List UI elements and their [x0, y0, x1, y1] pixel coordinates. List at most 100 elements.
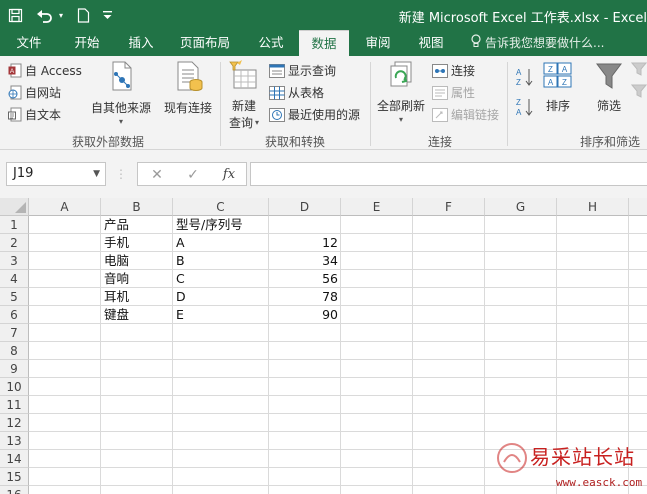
- cell-b3[interactable]: 电脑: [101, 252, 173, 270]
- cell-c3[interactable]: B: [173, 252, 269, 270]
- row-header[interactable]: 14: [0, 450, 29, 468]
- sort-button[interactable]: ZAAZ 排序: [540, 62, 576, 114]
- column-header[interactable]: H: [557, 198, 629, 216]
- undo-dropdown-icon[interactable]: ▾: [56, 4, 66, 26]
- new-query-label-2: 查询: [228, 116, 253, 130]
- watermark-url: www.easck.com: [556, 476, 643, 489]
- connections-button[interactable]: 连接: [432, 62, 475, 79]
- cell-d2[interactable]: 12: [269, 234, 341, 252]
- from-web-button[interactable]: 自网站: [8, 84, 61, 101]
- edit-links-icon: [432, 107, 448, 122]
- formula-buttons: ✕ ✓ fx: [137, 162, 247, 186]
- cell-d6[interactable]: 90: [269, 306, 341, 324]
- existing-connections-label: 现有连接: [163, 101, 212, 115]
- group-separator: [507, 62, 508, 146]
- group-label-external-data: 获取外部数据: [72, 135, 145, 149]
- tab-formulas[interactable]: 公式: [248, 30, 294, 56]
- reapply-filter-button[interactable]: [631, 84, 647, 98]
- cell-b6[interactable]: 键盘: [101, 306, 173, 324]
- row-header[interactable]: 2: [0, 234, 29, 252]
- cell-b5[interactable]: 耳机: [101, 288, 173, 306]
- row-header[interactable]: 9: [0, 360, 29, 378]
- sort-label: 排序: [545, 99, 570, 113]
- cell-c1[interactable]: 型号/序列号: [173, 216, 269, 234]
- name-box-value: J19: [13, 166, 34, 181]
- tell-me-search[interactable]: 告诉我您想要做什么...: [470, 30, 604, 56]
- cell-b2[interactable]: 手机: [101, 234, 173, 252]
- tab-home[interactable]: 开始: [64, 30, 110, 56]
- access-icon: A: [8, 63, 22, 78]
- column-header[interactable]: B: [101, 198, 173, 216]
- ribbon: A 自 Access 自网站 自文本 自其他来源 ▾ 现有连接 获取外部数据 新: [0, 56, 647, 150]
- save-icon[interactable]: [6, 4, 24, 26]
- row-header[interactable]: 4: [0, 270, 29, 288]
- group-separator: [220, 62, 221, 146]
- row-header[interactable]: 5: [0, 288, 29, 306]
- select-all-corner[interactable]: [0, 198, 29, 216]
- row-header[interactable]: 7: [0, 324, 29, 342]
- tab-file[interactable]: 文件: [6, 30, 52, 56]
- column-header[interactable]: D: [269, 198, 341, 216]
- row-header[interactable]: 16: [0, 486, 29, 494]
- row-header[interactable]: 10: [0, 378, 29, 396]
- tab-data[interactable]: 数据: [299, 30, 349, 56]
- from-table-button[interactable]: 从表格: [269, 84, 324, 101]
- column-header[interactable]: C: [173, 198, 269, 216]
- cell-d4[interactable]: 56: [269, 270, 341, 288]
- formula-input[interactable]: [250, 162, 647, 186]
- tab-page-layout[interactable]: 页面布局: [172, 30, 238, 56]
- svg-text:A: A: [516, 68, 522, 77]
- sort-ascending-button[interactable]: AZ: [514, 66, 534, 88]
- name-box[interactable]: J19 ▼: [6, 162, 106, 186]
- from-text-button[interactable]: 自文本: [8, 106, 61, 123]
- tab-insert[interactable]: 插入: [118, 30, 164, 56]
- group-label-connections: 连接: [428, 135, 453, 149]
- new-document-icon[interactable]: [74, 4, 92, 26]
- customize-qat-icon[interactable]: [100, 4, 114, 26]
- cell-c2[interactable]: A: [173, 234, 269, 252]
- recent-sources-button[interactable]: 最近使用的源: [269, 106, 360, 123]
- name-box-dropdown-icon[interactable]: ▼: [93, 163, 100, 185]
- enter-entry-button[interactable]: ✓: [182, 163, 204, 187]
- column-header[interactable]: F: [413, 198, 485, 216]
- cell-c6[interactable]: E: [173, 306, 269, 324]
- row-header[interactable]: 3: [0, 252, 29, 270]
- sort-descending-button[interactable]: ZA: [514, 96, 534, 118]
- row-header[interactable]: 1: [0, 216, 29, 234]
- row-header[interactable]: 8: [0, 342, 29, 360]
- table-icon: [269, 85, 285, 100]
- cell-d3[interactable]: 34: [269, 252, 341, 270]
- from-table-label: 从表格: [288, 86, 325, 100]
- column-header[interactable]: G: [485, 198, 557, 216]
- show-queries-button[interactable]: 显示查询: [269, 62, 336, 79]
- properties-button[interactable]: 属性: [432, 84, 475, 101]
- window-title: 新建 Microsoft Excel 工作表.xlsx - Excel: [398, 11, 647, 26]
- undo-icon[interactable]: [34, 4, 56, 26]
- existing-connections-button[interactable]: 现有连接: [160, 60, 216, 116]
- row-header[interactable]: 6: [0, 306, 29, 324]
- filter-button[interactable]: 筛选: [590, 60, 628, 114]
- row-header[interactable]: 13: [0, 432, 29, 450]
- column-header[interactable]: I: [629, 198, 647, 216]
- edit-links-button[interactable]: 编辑链接: [432, 106, 499, 123]
- row-header[interactable]: 12: [0, 414, 29, 432]
- refresh-all-button[interactable]: 全部刷新 ▾: [374, 60, 428, 124]
- cancel-entry-button[interactable]: ✕: [146, 163, 168, 187]
- new-query-button[interactable]: 新建 查询 ▾: [224, 60, 264, 131]
- row-header[interactable]: 11: [0, 396, 29, 414]
- from-other-sources-button[interactable]: 自其他来源 ▾: [90, 60, 152, 126]
- insert-function-button[interactable]: fx: [218, 163, 240, 187]
- cell-b4[interactable]: 音响: [101, 270, 173, 288]
- cell-b1[interactable]: 产品: [101, 216, 173, 234]
- connections-label: 连接: [451, 64, 476, 78]
- cell-d5[interactable]: 78: [269, 288, 341, 306]
- clear-filter-button[interactable]: [631, 62, 647, 76]
- tab-review[interactable]: 审阅: [355, 30, 401, 56]
- column-header[interactable]: E: [341, 198, 413, 216]
- column-header[interactable]: A: [29, 198, 101, 216]
- row-header[interactable]: 15: [0, 468, 29, 486]
- tab-view[interactable]: 视图: [408, 30, 454, 56]
- from-access-button[interactable]: A 自 Access: [8, 62, 82, 79]
- cell-c4[interactable]: C: [173, 270, 269, 288]
- cell-c5[interactable]: D: [173, 288, 269, 306]
